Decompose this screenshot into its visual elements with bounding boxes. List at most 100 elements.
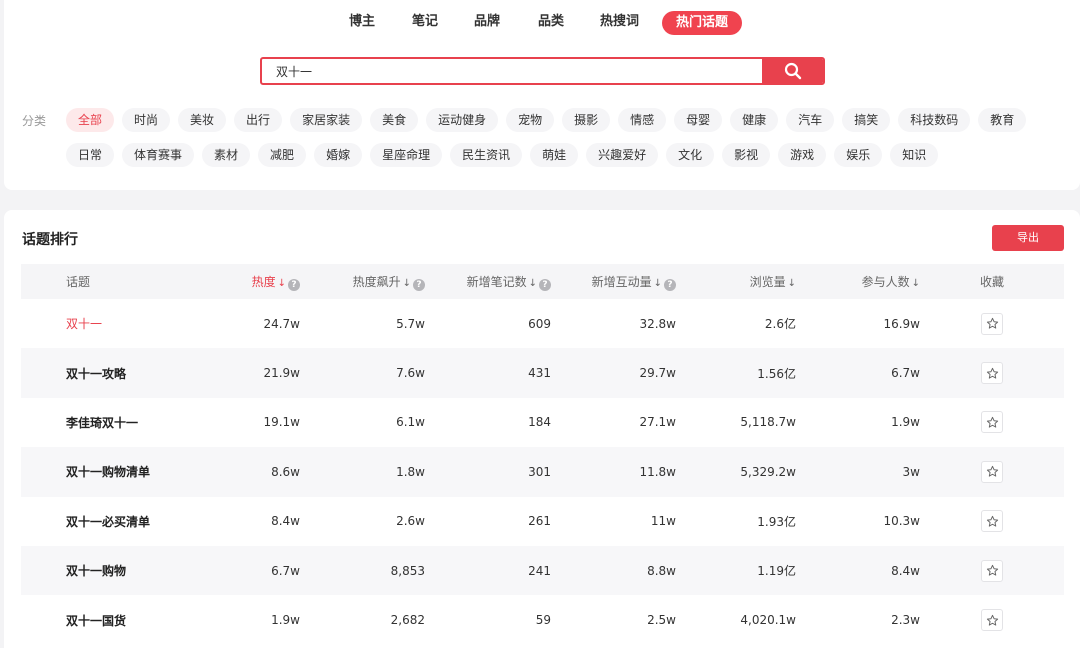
favorite-button[interactable] (981, 559, 1003, 582)
search-button[interactable] (762, 59, 823, 83)
nav-item-notes[interactable]: 笔记 (412, 10, 438, 34)
favorite-cell (920, 348, 1064, 397)
help-icon[interactable]: ? (413, 278, 425, 291)
help-icon[interactable]: ? (539, 278, 551, 291)
new-notes-cell: 301 (528, 464, 551, 479)
heat-surge-cell: 8,853 (390, 563, 425, 578)
heat-surge-cell: 2,682 (390, 613, 425, 628)
sort-arrow-icon: ↓ (402, 277, 411, 289)
category-chip[interactable]: 美妆 (178, 108, 227, 132)
category-chip[interactable]: 科技数码 (898, 108, 971, 132)
table-row: 双十一 24.7w 5.7w 609 32.8w 2.6亿 16.9w (21, 299, 1064, 348)
category-chip[interactable]: 游戏 (778, 143, 827, 167)
new-interactions-cell: 32.8w (639, 316, 676, 331)
new-notes-cell: 59 (535, 613, 551, 628)
table-header-row: 话题 热度 ↓? 热度飙升 ↓? 新增笔记数 ↓? 新增互动量 ↓? 浏览量 ↓ 参与人数… (21, 264, 1064, 299)
nav-item-category[interactable]: 品类 (538, 10, 564, 34)
new-interactions-cell: 2.5w (647, 613, 676, 628)
category-chip[interactable]: 全部 (66, 108, 115, 132)
category-chip[interactable]: 日常 (66, 143, 115, 167)
nav-item-blogger[interactable]: 博主 (349, 10, 375, 34)
col-header-label: 新增互动量 (591, 274, 652, 289)
col-header-label: 热度 (251, 274, 276, 289)
nav-item-hot-search[interactable]: 热搜词 (600, 10, 639, 34)
star-icon (986, 367, 998, 379)
category-chip[interactable]: 民生资讯 (450, 143, 523, 167)
topic-cell[interactable]: 双十一必买清单 (21, 497, 181, 546)
favorite-button[interactable] (981, 411, 1003, 434)
col-header-participants[interactable]: 参与人数 ↓ (796, 264, 920, 299)
category-chip[interactable]: 星座命理 (370, 143, 443, 167)
views-cell: 5,118.7w (740, 415, 796, 430)
views-cell: 4,020.1w (740, 613, 796, 628)
heat-cell: 6.7w (271, 563, 300, 578)
category-chip[interactable]: 婚嫁 (314, 143, 363, 167)
new-interactions-cell: 11w (650, 514, 676, 529)
favorite-cell (920, 447, 1064, 496)
category-chip[interactable]: 摄影 (562, 108, 611, 132)
help-icon[interactable]: ? (664, 278, 676, 291)
category-chip[interactable]: 素材 (202, 143, 251, 167)
category-chip[interactable]: 文化 (666, 143, 715, 167)
category-chip[interactable]: 运动健身 (426, 108, 499, 132)
sort-arrow-icon: ↓ (787, 278, 796, 289)
help-icon[interactable]: ? (288, 278, 300, 291)
table-row: 双十一国货 1.9w 2,682 59 2.5w 4,020.1w 2.3w (21, 595, 1064, 644)
category-label: 分类 (22, 114, 47, 128)
heat-cell: 21.9w (263, 366, 300, 381)
export-button[interactable]: 导出 (992, 225, 1064, 251)
favorite-button[interactable] (981, 362, 1003, 385)
topic-cell[interactable]: 双十一购物 (21, 546, 181, 595)
category-chip[interactable]: 健康 (730, 108, 779, 132)
category-chip[interactable]: 时尚 (122, 108, 171, 132)
col-header-surge[interactable]: 热度飙升 ↓? (300, 264, 425, 299)
topic-cell[interactable]: 双十一攻略 (21, 348, 181, 397)
col-header-new-interactions[interactable]: 新增互动量 ↓? (551, 264, 676, 299)
col-header-new-notes[interactable]: 新增笔记数 ↓? (425, 264, 551, 299)
category-chip[interactable]: 情感 (618, 108, 667, 132)
heat-cell: 24.7w (263, 316, 300, 331)
category-chip[interactable]: 萌娃 (530, 143, 579, 167)
category-chip[interactable]: 教育 (978, 108, 1027, 132)
participants-cell: 10.3w (883, 514, 920, 529)
category-chip[interactable]: 宠物 (506, 108, 555, 132)
favorite-button[interactable] (981, 510, 1003, 533)
new-interactions-cell: 27.1w (639, 415, 676, 430)
category-chip[interactable]: 娱乐 (834, 143, 883, 167)
favorite-button[interactable] (981, 460, 1003, 483)
col-header-favorite: 收藏 (920, 264, 1064, 299)
category-chip[interactable]: 兴趣爱好 (586, 143, 659, 167)
category-chip[interactable]: 母婴 (674, 108, 723, 132)
category-chip[interactable]: 美食 (370, 108, 419, 132)
topic-cell[interactable]: 双十一国货 (21, 595, 181, 644)
search-bar (260, 57, 825, 85)
category-chip[interactable]: 影视 (722, 143, 771, 167)
col-header-heat[interactable]: 热度 ↓? (181, 264, 300, 299)
topic-cell[interactable]: 双十一购物清单 (21, 447, 181, 496)
col-header-label: 浏览量 (749, 275, 786, 289)
views-cell: 1.56亿 (757, 366, 796, 381)
heat-surge-cell: 1.8w (396, 464, 425, 479)
search-input[interactable] (262, 59, 764, 83)
topic-cell[interactable]: 李佳琦双十一 (21, 398, 181, 447)
category-chip[interactable]: 出行 (234, 108, 283, 132)
category-chip[interactable]: 知识 (890, 143, 939, 167)
table-row: 李佳琦双十一 19.1w 6.1w 184 27.1w 5,118.7w 1.9w (21, 398, 1064, 447)
topic-cell[interactable]: 双十一 (21, 299, 181, 348)
favorite-cell (920, 299, 1064, 348)
views-cell: 2.6亿 (764, 317, 796, 332)
nav-item-hot-topics[interactable]: 热门话题 (662, 11, 743, 35)
category-chip[interactable]: 减肥 (258, 143, 307, 167)
nav-item-brand[interactable]: 品牌 (474, 10, 500, 34)
category-chip[interactable]: 家居家装 (290, 108, 363, 132)
category-chip[interactable]: 搞笑 (842, 108, 891, 132)
favorite-button[interactable] (981, 312, 1003, 335)
favorite-button[interactable] (981, 609, 1003, 632)
participants-cell: 3w (902, 464, 920, 479)
col-header-views[interactable]: 浏览量 ↓ (676, 264, 796, 299)
topic-ranking-panel: 话题排行 导出 话题 热度 ↓? 热度飙升 ↓? 新增笔记数 ↓? 新增互动量 ↓? 浏… (4, 210, 1080, 648)
category-chip[interactable]: 体育赛事 (122, 143, 195, 167)
category-chip[interactable]: 汽车 (786, 108, 835, 132)
category-row-1: 全部 时尚 美妆 出行 家居家装 美食 运动健身 宠物 摄影 情感 母婴 健康 汽车 搞笑 科技数码 教育 (66, 108, 1027, 132)
star-icon (986, 515, 998, 527)
